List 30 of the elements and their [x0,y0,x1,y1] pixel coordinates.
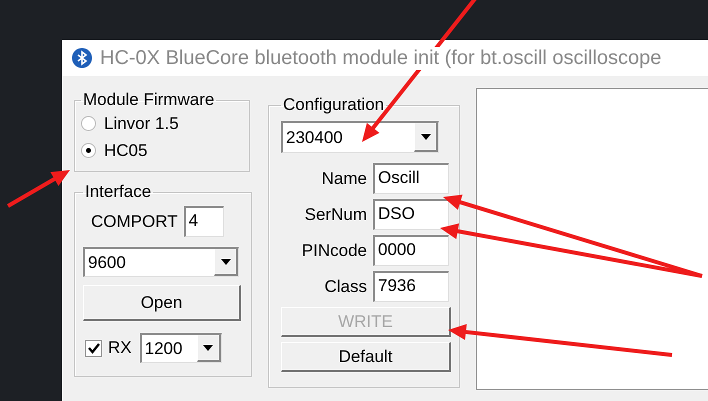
open-button[interactable]: Open [83,285,241,321]
dropdown[interactable]: 1200 [140,333,222,363]
input-field[interactable]: DSO [373,199,449,230]
radio-button[interactable] [81,143,96,158]
input-field[interactable]: 0000 [373,235,449,266]
dropdown[interactable]: 230400 [281,121,439,153]
radio-label[interactable]: HC05 [104,140,148,160]
window-title: HC-0X BlueCore bluetooth module init (for bt.oscill oscilloscope [100,46,662,70]
group-title: Interface [84,182,152,202]
dropdown[interactable]: 9600 [83,247,239,277]
field-label: PINcode [302,240,367,260]
group-title: Module Firmware [82,90,216,110]
checkbox-label[interactable]: RX [108,338,132,358]
field-label: COMPORT [91,212,178,232]
field-label: Name [322,168,367,188]
radio-label[interactable]: Linvor 1.5 [104,114,179,134]
caret-icon [203,344,214,350]
bluetooth-icon [72,48,92,68]
input-field[interactable]: Oscill [373,163,449,194]
checkbox[interactable] [85,340,102,356]
field-label: Class [324,276,367,296]
group-title: Configuration [282,95,386,115]
caret-icon [220,258,230,264]
radio-button[interactable] [81,116,96,131]
caret-icon [420,134,430,140]
default-button[interactable]: Default [281,342,451,372]
annotation-arrow [7,170,70,208]
input-field[interactable]: 7936 [373,271,449,302]
field-label: SerNum [304,204,367,224]
input-field[interactable]: 4 [184,206,224,237]
